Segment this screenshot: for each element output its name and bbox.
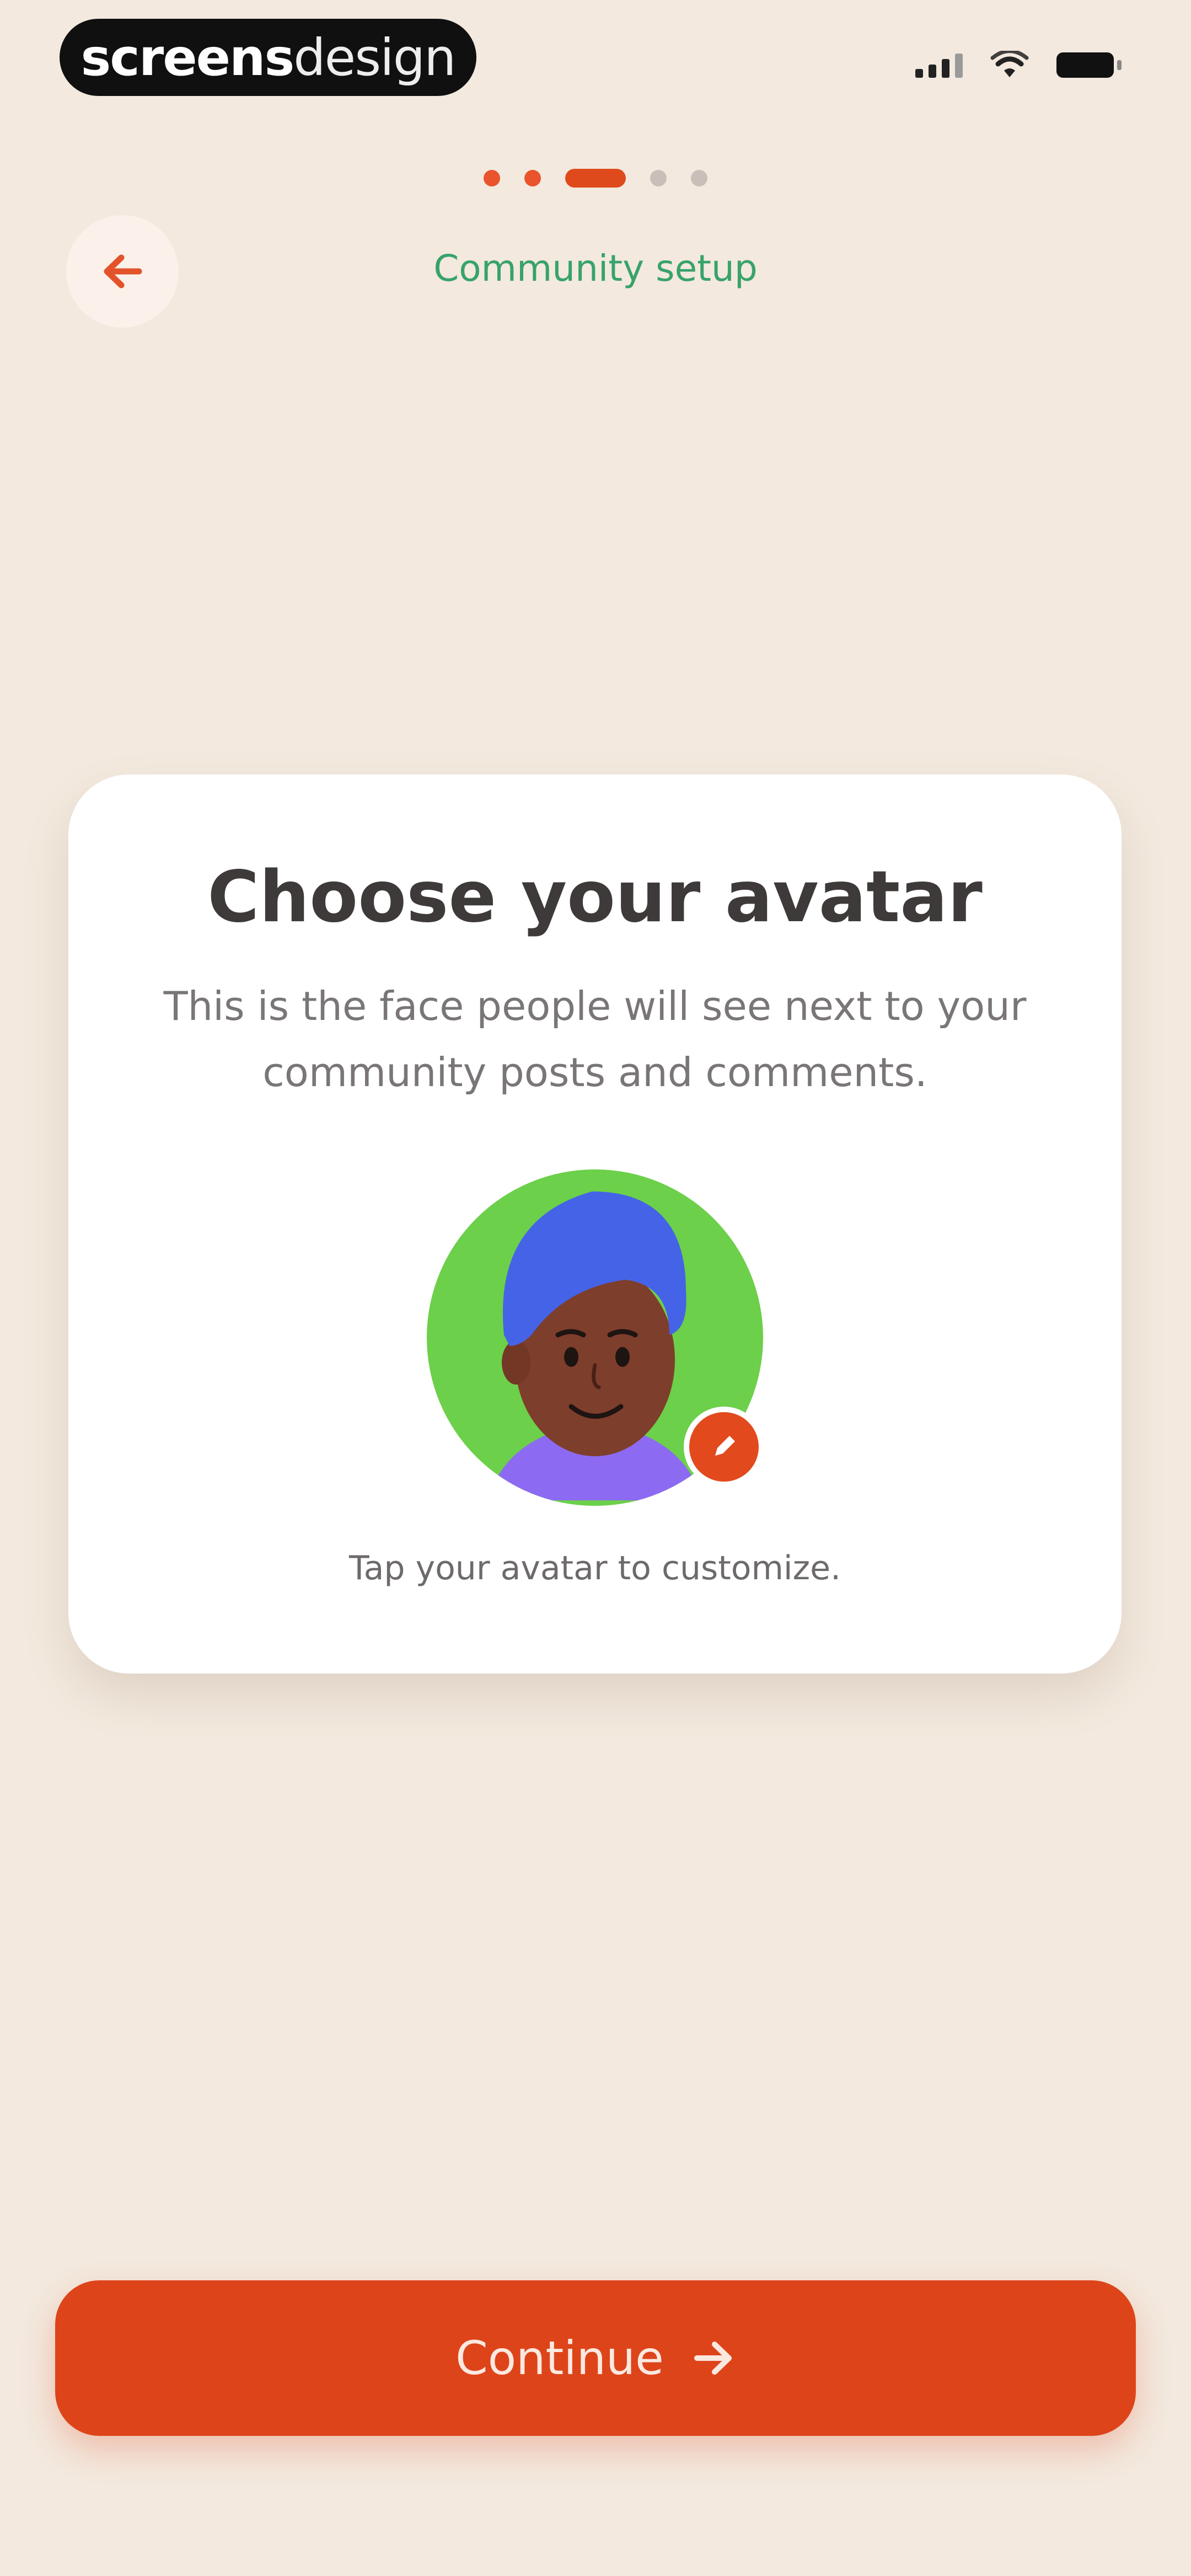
progress-dot-current bbox=[565, 169, 626, 188]
edit-avatar-button[interactable] bbox=[684, 1407, 764, 1487]
pencil-icon bbox=[715, 1436, 735, 1456]
brand-watermark: screens design bbox=[60, 19, 476, 96]
brand-light-text: design bbox=[293, 28, 456, 87]
card-description: This is the face people will see next to… bbox=[163, 983, 1027, 1095]
arrow-right-icon bbox=[694, 2342, 732, 2375]
progress-dot-completed bbox=[484, 170, 500, 186]
step-progress-indicator bbox=[0, 169, 1191, 188]
continue-label: Continue bbox=[455, 2331, 664, 2385]
progress-dot-upcoming bbox=[691, 170, 707, 186]
avatar-card: Choose your avatar This is the face peop… bbox=[68, 774, 1122, 1674]
continue-button[interactable]: Continue bbox=[55, 2280, 1136, 2436]
brand-bold-text: screens bbox=[81, 28, 295, 87]
onboarding-screen: screens design Community setup Choose you… bbox=[0, 0, 1191, 2576]
status-icons bbox=[915, 51, 1122, 79]
wifi-icon bbox=[990, 51, 1029, 77]
page-title: Community setup bbox=[433, 247, 758, 290]
progress-dot-completed bbox=[524, 170, 541, 186]
card-title: Choose your avatar bbox=[207, 856, 983, 938]
battery-icon bbox=[1056, 52, 1122, 78]
progress-dot-upcoming bbox=[650, 170, 667, 186]
signal-icon bbox=[915, 52, 963, 78]
card-hint: Tap your avatar to customize. bbox=[348, 1549, 841, 1588]
